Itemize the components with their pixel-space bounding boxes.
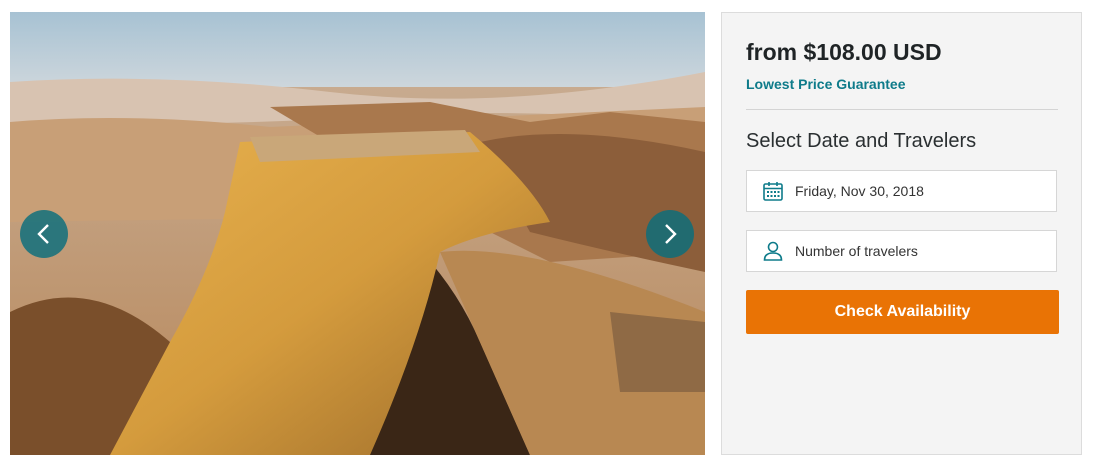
price-label: from $108.00 USD xyxy=(746,39,942,65)
person-icon xyxy=(762,240,784,262)
travelers-placeholder: Number of travelers xyxy=(795,243,918,259)
booking-panel: from $108.00 USD Lowest Price Guarantee … xyxy=(721,12,1082,455)
photo-carousel xyxy=(10,12,705,455)
lowest-price-guarantee-link[interactable]: Lowest Price Guarantee xyxy=(746,76,906,92)
chevron-left-icon xyxy=(37,224,49,244)
tour-photo xyxy=(10,12,705,455)
divider xyxy=(746,109,1058,110)
travelers-field[interactable]: Number of travelers xyxy=(746,230,1057,272)
chevron-right-icon xyxy=(665,224,677,244)
section-title: Select Date and Travelers xyxy=(746,130,977,152)
check-availability-button[interactable]: Check Availability xyxy=(746,290,1059,334)
date-value: Friday, Nov 30, 2018 xyxy=(795,183,924,199)
date-picker-field[interactable]: Friday, Nov 30, 2018 xyxy=(746,170,1057,212)
previous-photo-button[interactable] xyxy=(20,210,68,258)
next-photo-button[interactable] xyxy=(646,210,694,258)
calendar-icon xyxy=(762,180,784,202)
